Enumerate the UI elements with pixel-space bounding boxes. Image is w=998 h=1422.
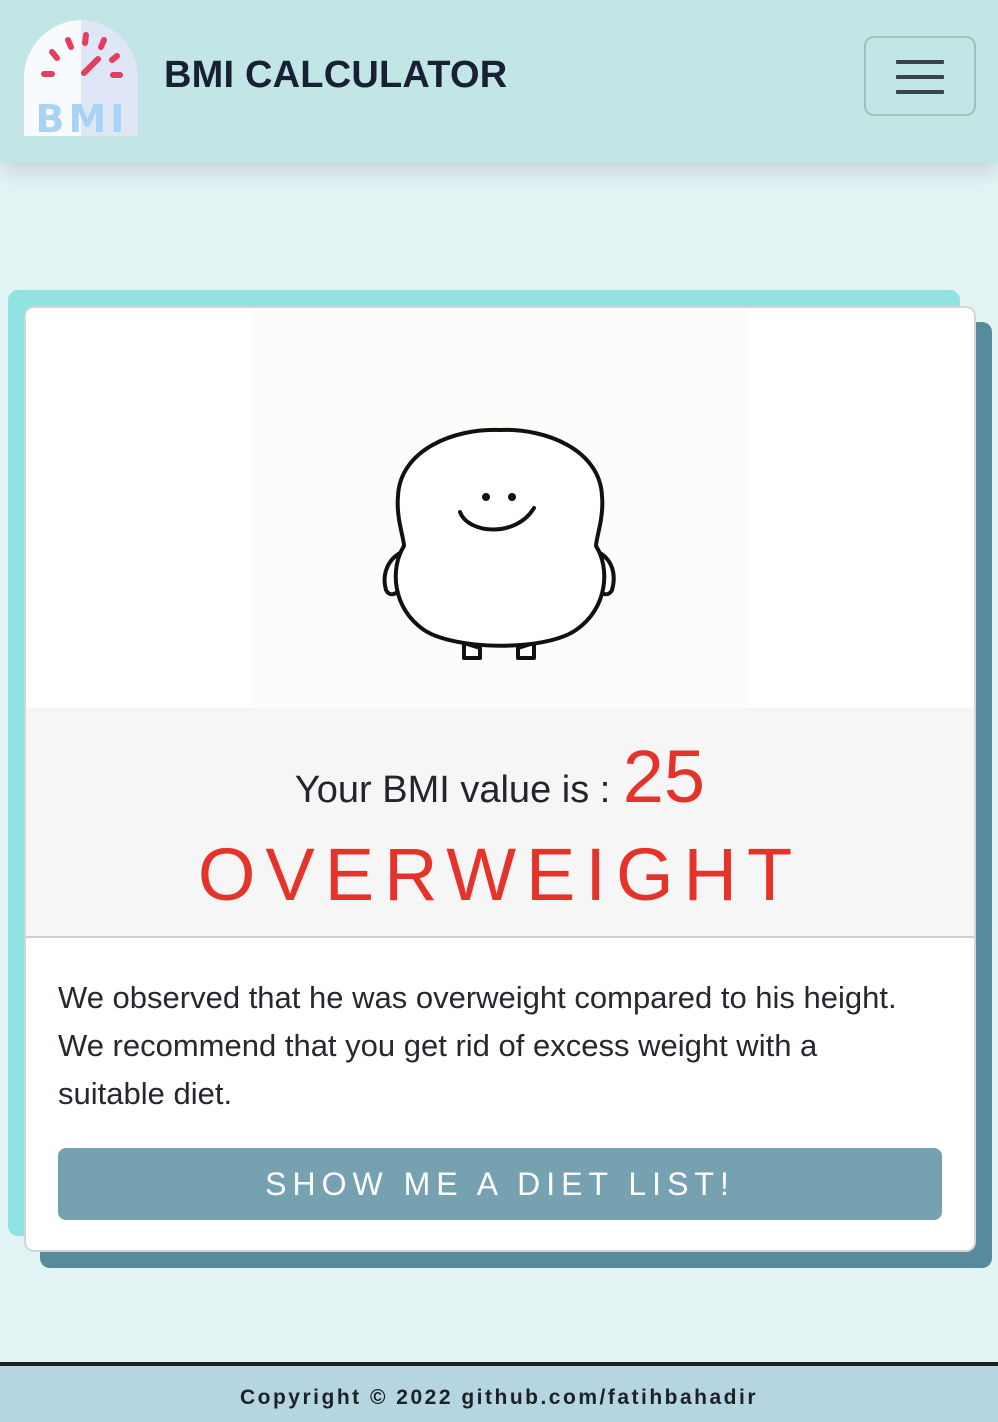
bmi-value: 25 — [622, 735, 706, 818]
bmi-result-header: Your BMI value is : 25 OVERWEIGHT — [26, 708, 974, 938]
result-image — [254, 308, 746, 708]
bmi-category: OVERWEIGHT — [197, 833, 803, 916]
app-title: BMI CALCULATOR — [164, 54, 508, 96]
bmi-logo[interactable]: BMI — [22, 18, 140, 141]
result-description: We observed that he was overweight compa… — [58, 980, 897, 1111]
footer: Copyright © 2022 github.com/fatihbahadir — [0, 1362, 998, 1422]
menu-toggle-button[interactable] — [864, 36, 976, 116]
bmi-value-line: Your BMI value is : 25 — [26, 734, 974, 819]
result-image-area — [26, 308, 974, 708]
bmi-value-label: Your BMI value is : — [294, 769, 611, 811]
copyright-text[interactable]: Copyright © 2022 github.com/fatihbahadir — [240, 1386, 758, 1410]
result-card: Your BMI value is : 25 OVERWEIGHT We obs… — [24, 306, 976, 1252]
bmi-gauge-icon: BMI — [23, 20, 138, 141]
show-diet-list-button[interactable]: SHOW ME A DIET LIST! — [58, 1148, 942, 1220]
hamburger-icon — [896, 60, 944, 94]
smiling-blob-character-icon — [382, 427, 616, 660]
svg-text:BMI: BMI — [36, 97, 129, 136]
navbar: BMI BMI CALCULATOR — [0, 0, 998, 162]
